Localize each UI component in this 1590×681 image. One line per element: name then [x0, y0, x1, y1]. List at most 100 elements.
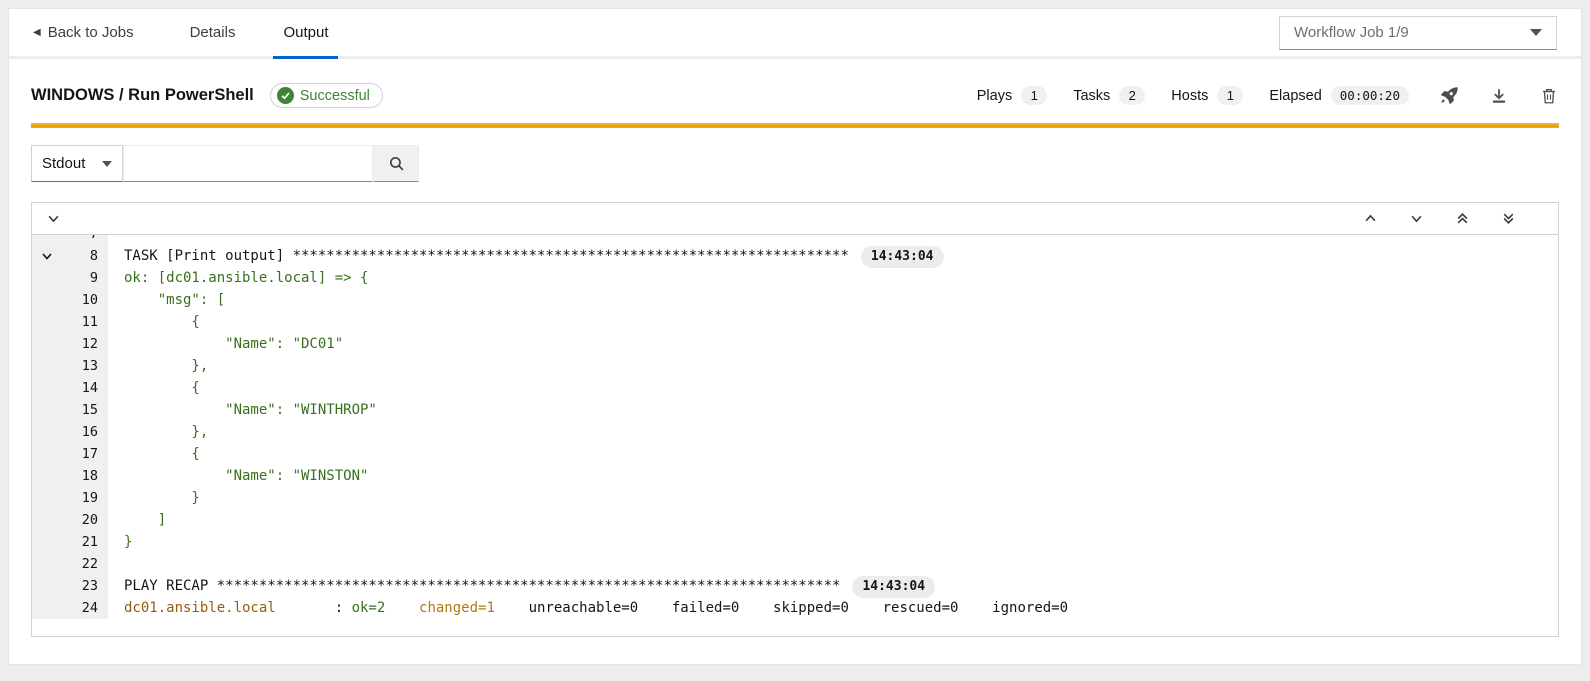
line-content: "msg": [ — [108, 289, 225, 311]
status-color-bar — [31, 123, 1559, 128]
line-number: 24 — [62, 597, 108, 619]
line-number: 18 — [62, 465, 108, 487]
workflow-job-select[interactable]: Workflow Job 1/9 — [1279, 16, 1557, 50]
output-line: 7 — [32, 235, 1558, 245]
line-number: 11 — [62, 311, 108, 333]
back-arrow-icon: ◀ — [33, 27, 41, 38]
line-number: 12 — [62, 333, 108, 355]
search-button[interactable] — [373, 145, 419, 182]
line-content: ok: [dc01.ansible.local] => { — [108, 267, 368, 289]
line-gutter: 9 — [32, 267, 108, 289]
code-segment: "Name": "WINSTON" — [124, 468, 368, 484]
stat-plays: Plays 1 — [977, 86, 1047, 105]
code-segment: { — [124, 380, 200, 396]
job-header: WINDOWS / Run PowerShell Successful Play… — [31, 83, 1559, 108]
chevron-down-icon — [102, 161, 112, 167]
stat-label: Tasks — [1073, 88, 1110, 104]
line-number: 14 — [62, 377, 108, 399]
output-source-value: Stdout — [42, 155, 85, 172]
collapse-all-icon[interactable] — [47, 212, 60, 225]
line-content: "Name": "WINSTON" — [108, 465, 368, 487]
code-segment: "msg": [ — [124, 292, 225, 308]
delete-trash-icon[interactable] — [1539, 86, 1559, 106]
output-line: 20 ] — [32, 509, 1558, 531]
stat-label: Hosts — [1171, 88, 1208, 104]
back-to-jobs-link[interactable]: ◀ Back to Jobs — [33, 9, 134, 56]
stat-elapsed: Elapsed 00:00:20 — [1269, 86, 1409, 105]
workflow-job-select-value: Workflow Job 1/9 — [1294, 24, 1409, 41]
line-gutter: 22 — [32, 553, 108, 575]
code-segment: dc01.ansible.local — [124, 600, 276, 616]
download-icon[interactable] — [1489, 86, 1509, 106]
code-segment: PLAY RECAP *****************************… — [124, 578, 840, 594]
search-input[interactable] — [123, 145, 373, 182]
output-line: 24dc01.ansible.local : ok=2 changed=1 un… — [32, 597, 1558, 619]
line-gutter: 21 — [32, 531, 108, 553]
stdout-output[interactable]: 78TASK [Print output] ******************… — [32, 235, 1558, 636]
line-gutter: 14 — [32, 377, 108, 399]
output-source-select[interactable]: Stdout — [31, 145, 123, 182]
output-line: 11 { — [32, 311, 1558, 333]
line-number: 22 — [62, 553, 108, 575]
output-line: 10 "msg": [ — [32, 289, 1558, 311]
line-gutter: 18 — [32, 465, 108, 487]
timestamp-badge: 14:43:04 — [852, 576, 935, 598]
timestamp-badge: 14:43:04 — [861, 246, 944, 268]
line-gutter: 12 — [32, 333, 108, 355]
line-number: 9 — [62, 267, 108, 289]
line-number: 7 — [62, 235, 108, 245]
next-match-icon[interactable] — [1410, 212, 1423, 225]
stat-hosts: Hosts1 — [1171, 86, 1243, 105]
line-number: 17 — [62, 443, 108, 465]
line-gutter: 23 — [32, 575, 108, 597]
tab-details[interactable]: Details — [180, 9, 246, 59]
line-number: 15 — [62, 399, 108, 421]
code-segment: } — [124, 490, 200, 506]
output-line: 22 — [32, 553, 1558, 575]
stat-label: Plays — [977, 88, 1012, 104]
output-line: 15 "Name": "WINTHROP" — [32, 399, 1558, 421]
code-segment — [385, 600, 419, 616]
previous-match-icon[interactable] — [1364, 212, 1377, 225]
tab-output[interactable]: Output — [273, 9, 338, 59]
job-actions — [1439, 86, 1559, 106]
line-gutter: 11 — [32, 311, 108, 333]
output-line: 23 PLAY RECAP ***************************… — [32, 575, 1558, 597]
output-line: 19 } — [32, 487, 1558, 509]
line-content: "Name": "DC01" — [108, 333, 343, 355]
line-number: 21 — [62, 531, 108, 553]
output-line: 16 }, — [32, 421, 1558, 443]
line-content: TASK [Print output] ********************… — [108, 245, 944, 267]
line-gutter: 19 — [32, 487, 108, 509]
line-content: ] — [108, 509, 166, 531]
output-line: 21} — [32, 531, 1558, 553]
output-filter-row: Stdout — [31, 145, 1559, 182]
code-segment: TASK [Print output] ********************… — [124, 248, 849, 264]
output-line: 17 { — [32, 443, 1558, 465]
expand-task-icon[interactable] — [32, 250, 62, 262]
code-segment: unreachable=0 failed=0 skipped=0 rescued… — [495, 600, 1068, 616]
scroll-to-top-icon[interactable] — [1456, 212, 1469, 225]
line-gutter: 16 — [32, 421, 108, 443]
status-badge: Successful — [270, 83, 383, 108]
output-panel: 78TASK [Print output] ******************… — [31, 202, 1559, 637]
status-badge-label: Successful — [300, 88, 370, 104]
code-segment: ok: [dc01.ansible.local] => { — [124, 270, 368, 286]
output-line: 13 }, — [32, 355, 1558, 377]
output-line: 12 "Name": "DC01" — [32, 333, 1558, 355]
line-content: { — [108, 377, 200, 399]
code-segment: "Name": "WINTHROP" — [124, 402, 377, 418]
line-number: 19 — [62, 487, 108, 509]
stat-value-badge: 2 — [1119, 86, 1145, 105]
relaunch-rocket-icon[interactable] — [1439, 86, 1459, 106]
code-segment: } — [124, 534, 132, 550]
stat-value-badge: 1 — [1021, 86, 1047, 105]
line-gutter: 17 — [32, 443, 108, 465]
line-content: "Name": "WINTHROP" — [108, 399, 377, 421]
line-gutter: 24 — [32, 597, 108, 619]
line-content: PLAY RECAP *****************************… — [108, 575, 935, 597]
code-segment: : — [276, 600, 352, 616]
line-content: { — [108, 443, 200, 465]
scroll-to-bottom-icon[interactable] — [1502, 212, 1515, 225]
elapsed-value: 00:00:20 — [1331, 86, 1409, 105]
